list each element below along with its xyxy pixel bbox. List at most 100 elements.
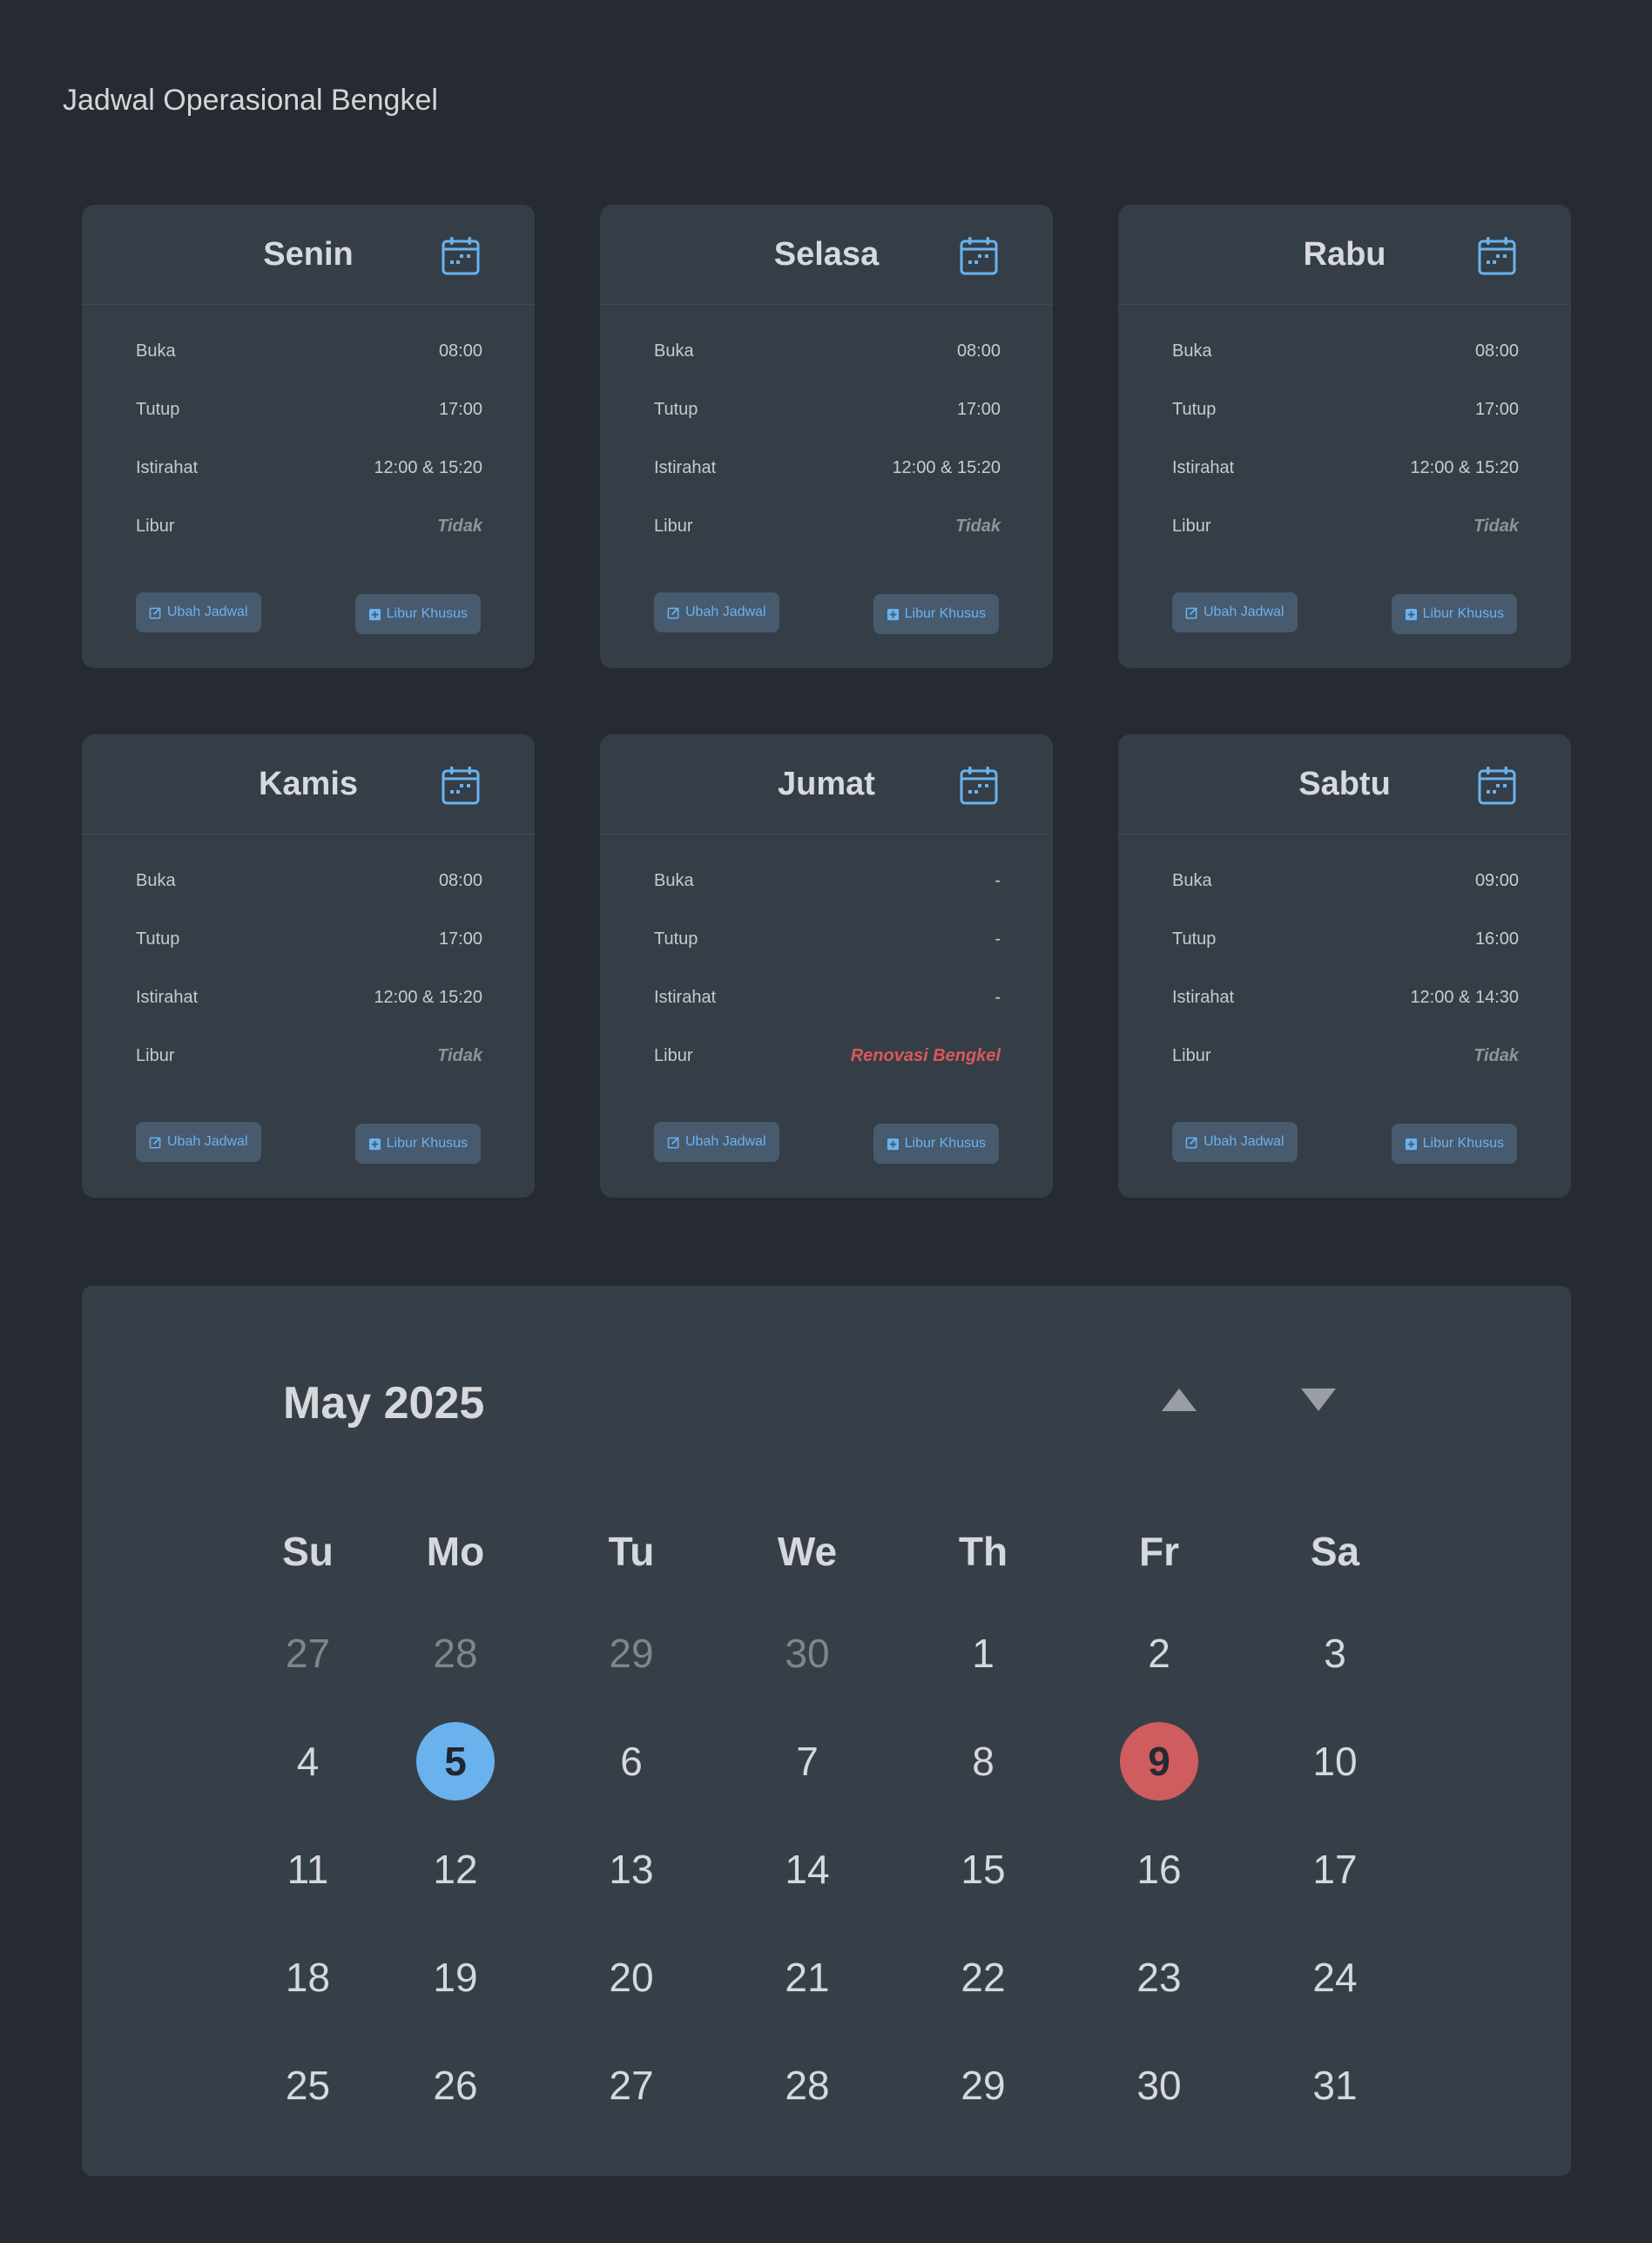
calendar-date[interactable]: 23 [1120, 1938, 1198, 2017]
calendar-icon [960, 767, 998, 805]
special-holiday-button[interactable]: Libur Khusus [354, 1124, 481, 1164]
weekday-cell: Fr [1071, 1528, 1247, 1575]
calendar-date[interactable]: 26 [416, 2046, 495, 2125]
day-cell: 30 [719, 1614, 895, 1692]
month-calendar: May 2025 Su Mo Tu We Th Fr Sa 27 28 29 30 1 2 3 4 5 6 7 8 9… [82, 1286, 1571, 2176]
calendar-date[interactable]: 3 [1296, 1614, 1374, 1692]
calendar-date[interactable]: 14 [768, 1830, 846, 1909]
edit-schedule-button[interactable]: Ubah Jadwal [1172, 592, 1298, 632]
edit-schedule-button[interactable]: Ubah Jadwal [654, 592, 779, 632]
open-row: Buka 08:00 [654, 322, 1001, 381]
plus-square-icon [368, 1138, 381, 1150]
edit-schedule-button[interactable]: Ubah Jadwal [1172, 1122, 1298, 1162]
calendar-date[interactable]: 21 [768, 1938, 846, 2017]
page-title: Jadwal Operasional Bengkel [63, 84, 438, 117]
edit-schedule-button[interactable]: Ubah Jadwal [136, 1122, 261, 1162]
break-value: - [995, 988, 1001, 1007]
calendar-date[interactable]: 19 [416, 1938, 495, 2017]
day-cell: 21 [719, 1938, 895, 2017]
calendar-date[interactable]: 29 [944, 2046, 1022, 2125]
calendar-date[interactable]: 1 [944, 1614, 1022, 1692]
calendar-date[interactable]: 30 [768, 1614, 846, 1692]
calendar-date[interactable]: 20 [592, 1938, 671, 2017]
calendar-date[interactable]: 8 [944, 1722, 1022, 1800]
day-cell: 19 [367, 1938, 543, 2017]
calendar-date[interactable]: 17 [1296, 1830, 1374, 1909]
day-cell: 22 [895, 1938, 1071, 2017]
calendar-date[interactable]: 2 [1120, 1614, 1198, 1692]
calendar-grid: Su Mo Tu We Th Fr Sa 27 28 29 30 1 2 3 4 5 6 7 8 9 10 11 12 13 1… [270, 1503, 1423, 2139]
close-label: Tutup [654, 400, 698, 419]
edit-schedule-button[interactable]: Ubah Jadwal [654, 1122, 779, 1162]
calendar-date-holiday[interactable]: 9 [1120, 1722, 1198, 1800]
edit-schedule-label: Ubah Jadwal [1204, 605, 1285, 619]
close-row: Tutup 17:00 [136, 381, 482, 439]
edit-schedule-button[interactable]: Ubah Jadwal [136, 592, 261, 632]
card-actions: Ubah Jadwal Libur Khusus [654, 1122, 999, 1164]
special-holiday-label: Libur Khusus [1422, 1136, 1504, 1151]
special-holiday-button[interactable]: Libur Khusus [1391, 594, 1517, 634]
break-row: Istirahat - [654, 969, 1001, 1027]
break-label: Istirahat [136, 458, 199, 477]
calendar-date[interactable]: 25 [269, 2046, 347, 2125]
special-holiday-button[interactable]: Libur Khusus [1391, 1124, 1517, 1164]
calendar-date[interactable]: 6 [592, 1722, 671, 1800]
calendar-date[interactable]: 12 [416, 1830, 495, 1909]
special-holiday-button[interactable]: Libur Khusus [873, 1124, 999, 1164]
day-cell: 9 [1071, 1722, 1247, 1800]
calendar-date[interactable]: 29 [592, 1614, 671, 1692]
calendar-date[interactable]: 10 [1296, 1722, 1374, 1800]
calendar-date[interactable]: 22 [944, 1938, 1022, 2017]
holiday-value: Tidak [955, 517, 1001, 536]
day-cell: 29 [895, 2046, 1071, 2125]
calendar-date[interactable]: 15 [944, 1830, 1022, 1909]
card-actions: Ubah Jadwal Libur Khusus [136, 592, 481, 634]
special-holiday-button[interactable]: Libur Khusus [354, 594, 481, 634]
calendar-date[interactable]: 7 [768, 1722, 846, 1800]
calendar-date-selected[interactable]: 5 [416, 1722, 495, 1800]
card-header: Jumat [600, 734, 1053, 834]
next-month-button[interactable] [1299, 1386, 1338, 1414]
calendar-title: May 2025 [283, 1378, 485, 1429]
holiday-row: Libur Renovasi Bengkel [654, 1027, 1001, 1085]
day-cell: 24 [1247, 1938, 1423, 2017]
calendar-date[interactable]: 18 [269, 1938, 347, 2017]
close-value: 16:00 [1474, 929, 1519, 949]
calendar-date[interactable]: 16 [1120, 1830, 1198, 1909]
break-value: 12:00 & 15:20 [374, 458, 482, 477]
weekday-cell: We [719, 1528, 895, 1575]
calendar-date[interactable]: 27 [592, 2046, 671, 2125]
day-cell: 15 [895, 1830, 1071, 1909]
special-holiday-button[interactable]: Libur Khusus [873, 594, 999, 634]
calendar-date[interactable]: 31 [1296, 2046, 1374, 2125]
weekday-label: We [777, 1529, 838, 1574]
holiday-row: Libur Tidak [1172, 497, 1519, 556]
calendar-date[interactable]: 11 [269, 1830, 347, 1909]
open-row: Buka - [654, 852, 1001, 910]
day-cell: 2 [1071, 1614, 1247, 1692]
calendar-date[interactable]: 13 [592, 1830, 671, 1909]
special-holiday-label: Libur Khusus [386, 1136, 468, 1151]
close-row: Tutup - [654, 910, 1001, 969]
calendar-date[interactable]: 27 [269, 1614, 347, 1692]
calendar-date[interactable]: 4 [269, 1722, 347, 1800]
calendar-date[interactable]: 24 [1296, 1938, 1374, 2017]
break-label: Istirahat [1172, 458, 1235, 477]
previous-month-button[interactable] [1160, 1386, 1198, 1414]
open-label: Buka [136, 341, 176, 361]
close-label: Tutup [1172, 929, 1217, 949]
close-value: 17:00 [1474, 400, 1519, 419]
day-cell: 29 [543, 1614, 719, 1692]
schedule-rows: Buka 08:00 Tutup 17:00 Istirahat 12:00 & 15:2… [82, 305, 535, 556]
calendar-date[interactable]: 28 [768, 2046, 846, 2125]
schedule-rows: Buka 08:00 Tutup 17:00 Istirahat 12:00 & 15:2… [82, 834, 535, 1085]
day-cell: 3 [1247, 1614, 1423, 1692]
open-row: Buka 08:00 [136, 852, 482, 910]
break-value: 12:00 & 15:20 [374, 988, 482, 1007]
holiday-label: Libur [136, 517, 175, 536]
calendar-icon [960, 237, 998, 275]
calendar-date[interactable]: 30 [1120, 2046, 1198, 2125]
open-value: - [995, 871, 1001, 890]
day-cell: 18 [248, 1938, 367, 2017]
calendar-date[interactable]: 28 [416, 1614, 495, 1692]
